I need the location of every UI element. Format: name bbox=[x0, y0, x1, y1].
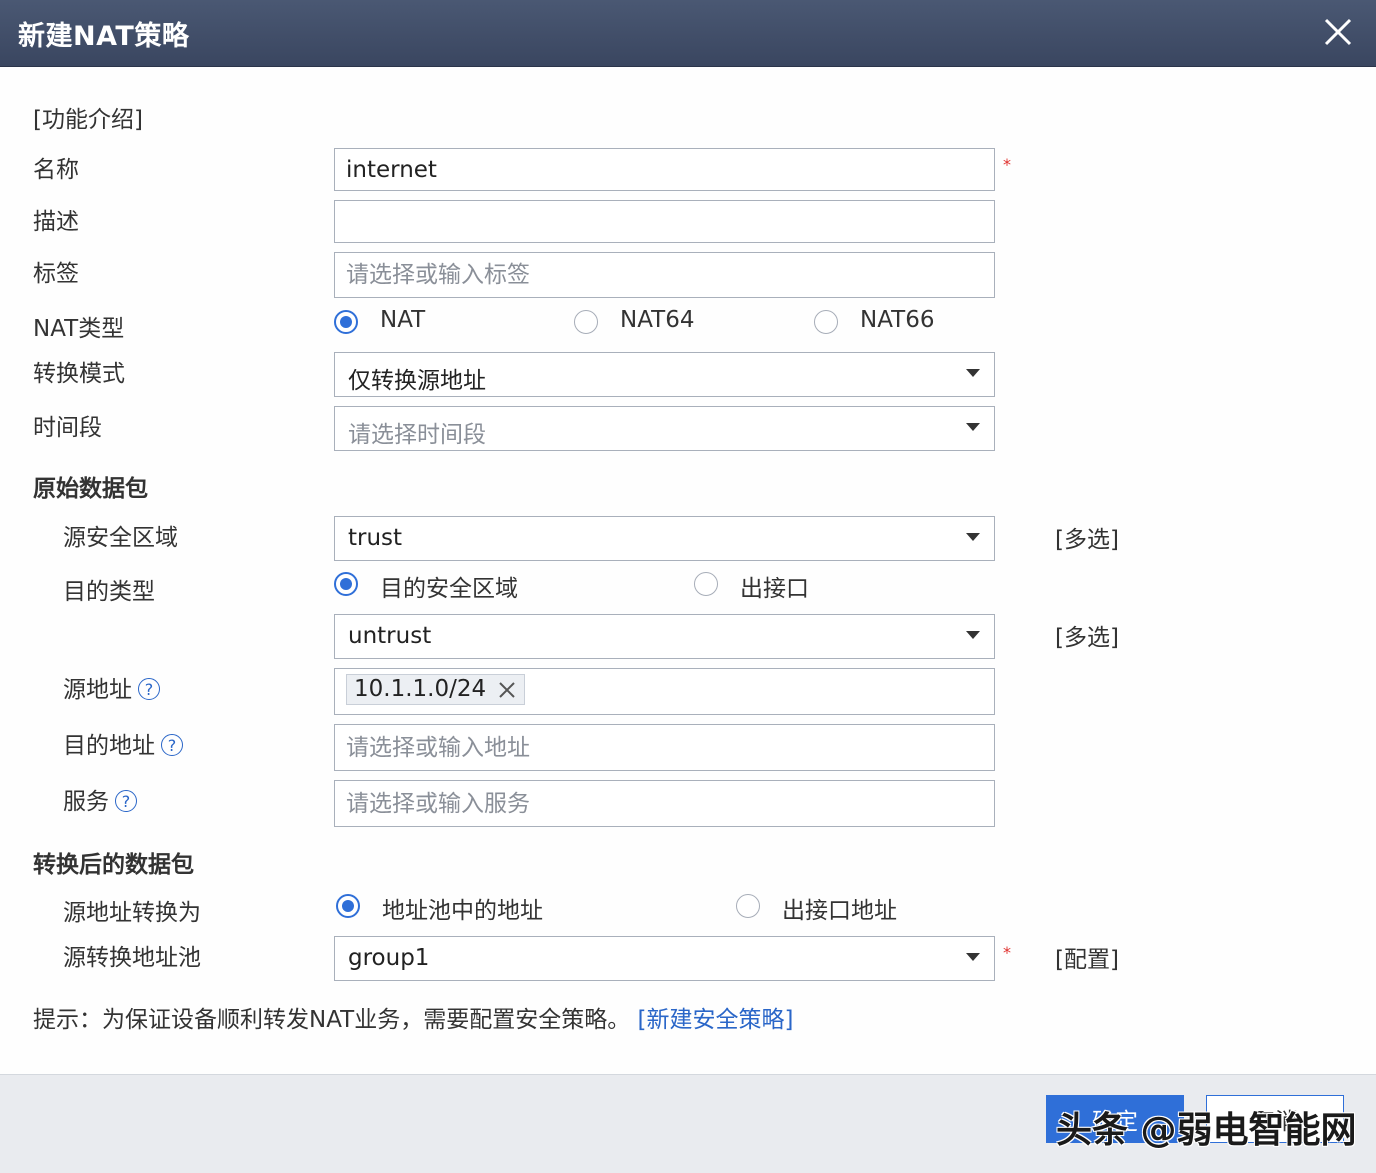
convert-mode-label: 转换模式 bbox=[33, 361, 125, 387]
radio-nat64-label: NAT64 bbox=[620, 307, 695, 333]
source-address-label: 源地址? bbox=[63, 670, 160, 704]
service-input[interactable] bbox=[335, 781, 994, 826]
pool-config-link[interactable]: [配置] bbox=[1055, 940, 1119, 974]
source-zone-select[interactable]: trust bbox=[334, 516, 995, 561]
cancel-button[interactable]: 取消 bbox=[1206, 1095, 1344, 1143]
radio-dest-zone-label: 目的安全区域 bbox=[380, 576, 518, 602]
required-mark: * bbox=[1003, 155, 1011, 174]
radio-button[interactable] bbox=[694, 572, 718, 596]
close-icon[interactable] bbox=[498, 681, 516, 699]
dest-address-input[interactable] bbox=[335, 725, 994, 770]
source-pool-value: group1 bbox=[348, 945, 430, 971]
radio-nat64[interactable]: NAT64 bbox=[574, 307, 734, 339]
radio-nat[interactable]: NAT bbox=[334, 307, 494, 339]
name-field[interactable] bbox=[334, 148, 995, 191]
radio-button-checked[interactable] bbox=[334, 572, 358, 596]
source-address-label-text: 源地址 bbox=[63, 677, 132, 703]
chevron-down-icon bbox=[966, 631, 980, 639]
address-tag: 10.1.1.0/24 bbox=[346, 674, 526, 705]
dialog-title: 新建NAT策略 bbox=[18, 21, 190, 52]
radio-button-checked[interactable] bbox=[336, 894, 360, 918]
ok-button[interactable]: 确定 bbox=[1046, 1095, 1184, 1143]
convert-mode-value: 仅转换源地址 bbox=[348, 368, 486, 394]
dest-type-label: 目的类型 bbox=[63, 579, 155, 605]
service-label-text: 服务 bbox=[63, 789, 109, 815]
hint-message: 提示：为保证设备顺利转发NAT业务，需要配置安全策略。 bbox=[33, 1007, 631, 1033]
name-input[interactable] bbox=[335, 149, 994, 190]
chevron-down-icon bbox=[966, 953, 980, 961]
source-zone-multi-select-link[interactable]: [多选] bbox=[1055, 520, 1119, 554]
radio-nat66-label: NAT66 bbox=[860, 307, 935, 333]
section-heading-original-packet: 原始数据包 bbox=[33, 476, 148, 502]
required-mark: * bbox=[1003, 943, 1011, 962]
chevron-down-icon bbox=[966, 423, 980, 431]
radio-pool-address-label: 地址池中的地址 bbox=[382, 898, 543, 924]
address-tag-text: 10.1.1.0/24 bbox=[354, 676, 487, 702]
radio-button-checked[interactable] bbox=[334, 310, 358, 334]
radio-button[interactable] bbox=[574, 310, 598, 334]
radio-pool-address[interactable]: 地址池中的地址 bbox=[336, 893, 576, 924]
description-field[interactable] bbox=[334, 200, 995, 243]
help-icon[interactable]: ? bbox=[115, 790, 137, 812]
description-label: 描述 bbox=[33, 209, 79, 235]
radio-out-interface-address-label: 出接口地址 bbox=[782, 898, 897, 924]
tags-input[interactable] bbox=[335, 253, 994, 297]
source-convert-to-label: 源地址转换为 bbox=[63, 900, 201, 926]
radio-button[interactable] bbox=[814, 310, 838, 334]
dest-zone-select[interactable]: untrust bbox=[334, 614, 995, 659]
radio-out-interface-label: 出接口 bbox=[740, 576, 809, 602]
source-zone-label: 源安全区域 bbox=[63, 525, 178, 551]
service-field[interactable] bbox=[334, 780, 995, 827]
time-range-label: 时间段 bbox=[33, 415, 102, 441]
hint-text: 提示：为保证设备顺利转发NAT业务，需要配置安全策略。 [新建安全策略] bbox=[33, 1000, 793, 1034]
dest-address-label-text: 目的地址 bbox=[63, 733, 155, 759]
source-zone-value: trust bbox=[348, 525, 403, 551]
time-range-select[interactable]: 请选择时间段 bbox=[334, 406, 995, 451]
nat-type-label: NAT类型 bbox=[33, 316, 125, 342]
new-security-policy-link[interactable]: [新建安全策略] bbox=[638, 1007, 794, 1033]
radio-nat66[interactable]: NAT66 bbox=[814, 307, 974, 339]
source-pool-label: 源转换地址池 bbox=[63, 945, 201, 971]
dest-address-label: 目的地址? bbox=[63, 726, 183, 760]
dialog-titlebar: 新建NAT策略 bbox=[0, 0, 1376, 67]
name-label: 名称 bbox=[33, 157, 79, 183]
tags-field[interactable] bbox=[334, 252, 995, 298]
radio-out-interface-address[interactable]: 出接口地址 bbox=[736, 893, 936, 924]
dest-address-field[interactable] bbox=[334, 724, 995, 771]
section-heading-translated-packet: 转换后的数据包 bbox=[33, 852, 194, 878]
dialog-footer: 确定 取消 头条 @弱电智能网 bbox=[0, 1074, 1376, 1173]
convert-mode-select[interactable]: 仅转换源地址 bbox=[334, 352, 995, 397]
dest-zone-value: untrust bbox=[348, 623, 432, 649]
chevron-down-icon bbox=[966, 533, 980, 541]
feature-intro-link[interactable]: [功能介绍] bbox=[33, 100, 143, 134]
chevron-down-icon bbox=[966, 369, 980, 377]
help-icon[interactable]: ? bbox=[161, 734, 183, 756]
dest-zone-multi-select-link[interactable]: [多选] bbox=[1055, 618, 1119, 652]
radio-dest-zone[interactable]: 目的安全区域 bbox=[334, 571, 554, 602]
radio-nat-label: NAT bbox=[380, 307, 426, 333]
radio-button[interactable] bbox=[736, 894, 760, 918]
service-label: 服务? bbox=[63, 782, 137, 816]
radio-out-interface[interactable]: 出接口 bbox=[694, 571, 854, 602]
tags-label: 标签 bbox=[33, 261, 79, 287]
source-pool-select[interactable]: group1 bbox=[334, 936, 995, 981]
help-icon[interactable]: ? bbox=[138, 678, 160, 700]
description-input[interactable] bbox=[335, 201, 994, 242]
source-address-field[interactable]: 10.1.1.0/24 bbox=[334, 668, 995, 715]
close-icon[interactable] bbox=[1320, 14, 1356, 50]
time-range-placeholder: 请选择时间段 bbox=[348, 422, 486, 448]
